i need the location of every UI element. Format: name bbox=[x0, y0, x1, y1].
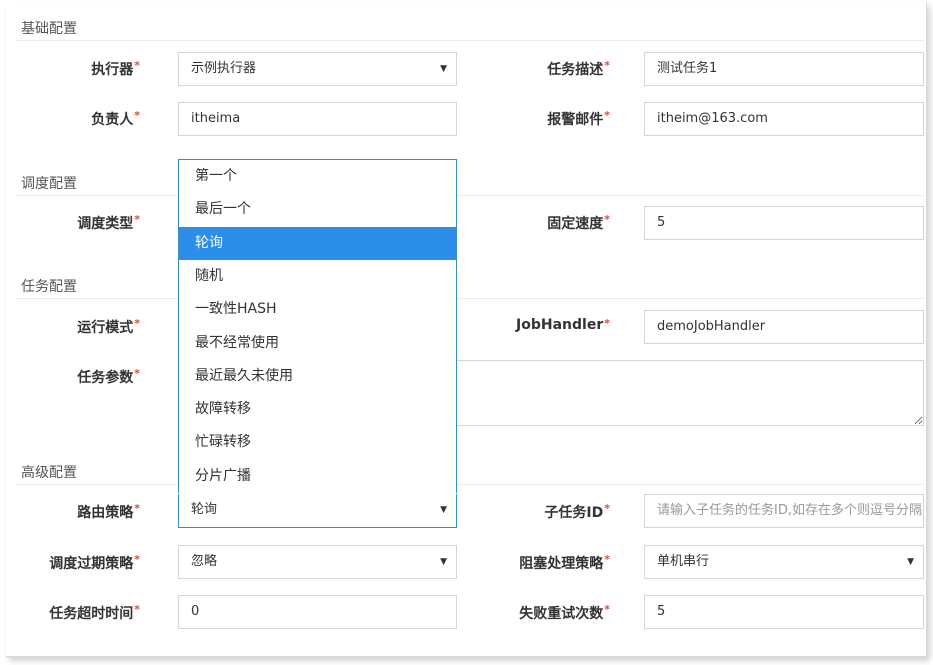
fixed-rate-input[interactable]: 5 bbox=[644, 206, 924, 240]
misfire-select[interactable]: 忽略 ▼ bbox=[178, 545, 457, 579]
route-dropdown-list: 第一个 最后一个 轮询 随机 一致性HASH 最不经常使用 最近最久未使用 故障转移 忙碌转移分… bbox=[178, 159, 457, 493]
section-title-basic: 基础配置 bbox=[21, 21, 77, 37]
section-divider bbox=[16, 298, 924, 299]
route-option[interactable]: 最近最久未使用 bbox=[179, 360, 456, 393]
alarm-email-label: 报警邮件* bbox=[547, 109, 610, 128]
timeout-label: 任务超时时间* bbox=[49, 603, 140, 622]
block-strategy-label: 阻塞处理策略* bbox=[519, 553, 610, 572]
route-value: 轮询 bbox=[191, 502, 218, 517]
route-option[interactable]: 最后一个 bbox=[179, 193, 456, 226]
route-option[interactable]: 一致性HASH bbox=[179, 293, 456, 326]
route-select[interactable]: 轮询 ▼ bbox=[178, 494, 457, 528]
description-input[interactable]: 测试任务1 bbox=[644, 52, 924, 86]
executor-select[interactable]: 示例执行器 ▼ bbox=[178, 52, 457, 86]
run-mode-label: 运行模式* bbox=[77, 317, 140, 336]
caret-down-icon: ▼ bbox=[440, 505, 447, 515]
job-edit-form: 基础配置 执行器* 示例执行器 ▼ 任务描述* 测试任务1 负责人* ithei… bbox=[6, 2, 927, 657]
route-option[interactable]: 轮询 bbox=[179, 226, 456, 260]
fixed-rate-label: 固定速度* bbox=[547, 213, 610, 232]
section-title-schedule: 调度配置 bbox=[21, 176, 77, 192]
route-option[interactable]: 最不经常使用 bbox=[179, 327, 456, 360]
caret-down-icon: ▼ bbox=[907, 557, 914, 567]
block-strategy-value: 单机串行 bbox=[657, 554, 710, 569]
route-option[interactable]: 第一个 bbox=[179, 160, 456, 193]
executor-value: 示例执行器 bbox=[191, 61, 257, 76]
timeout-input[interactable]: 0 bbox=[178, 595, 457, 629]
misfire-value: 忽略 bbox=[191, 554, 218, 569]
route-option[interactable]: 故障转移 bbox=[179, 393, 456, 426]
child-id-label: 子任务ID* bbox=[544, 502, 610, 521]
job-handler-label: JobHandler* bbox=[516, 317, 610, 333]
retry-count-input[interactable]: 5 bbox=[644, 595, 924, 629]
route-option[interactable]: 忙碌转移 bbox=[179, 426, 456, 459]
owner-input[interactable]: itheima bbox=[178, 102, 457, 136]
retry-count-label: 失败重试次数* bbox=[519, 603, 610, 622]
block-strategy-select[interactable]: 单机串行 ▼ bbox=[644, 545, 924, 579]
section-title-advanced: 高级配置 bbox=[21, 465, 77, 481]
route-option[interactable]: 分片广播 bbox=[179, 460, 456, 493]
caret-down-icon: ▼ bbox=[440, 557, 447, 567]
section-divider bbox=[16, 40, 924, 41]
child-id-input[interactable]: 请输入子任务的任务ID,如存在多个则逗号分隔 bbox=[644, 494, 924, 528]
misfire-label: 调度过期策略* bbox=[49, 553, 140, 572]
caret-down-icon: ▼ bbox=[440, 64, 447, 74]
section-divider bbox=[16, 484, 924, 485]
description-label: 任务描述* bbox=[547, 59, 610, 78]
alarm-email-input[interactable]: itheim@163.com bbox=[644, 102, 924, 136]
route-option[interactable]: 随机 bbox=[179, 260, 456, 293]
params-label: 任务参数* bbox=[77, 367, 140, 386]
owner-label: 负责人* bbox=[91, 109, 140, 128]
section-divider bbox=[16, 195, 924, 196]
section-title-task: 任务配置 bbox=[21, 279, 77, 295]
route-label: 路由策略* bbox=[77, 502, 140, 521]
job-handler-input[interactable]: demoJobHandler bbox=[644, 310, 924, 344]
schedule-type-label: 调度类型* bbox=[77, 213, 140, 232]
executor-label: 执行器* bbox=[91, 59, 140, 78]
